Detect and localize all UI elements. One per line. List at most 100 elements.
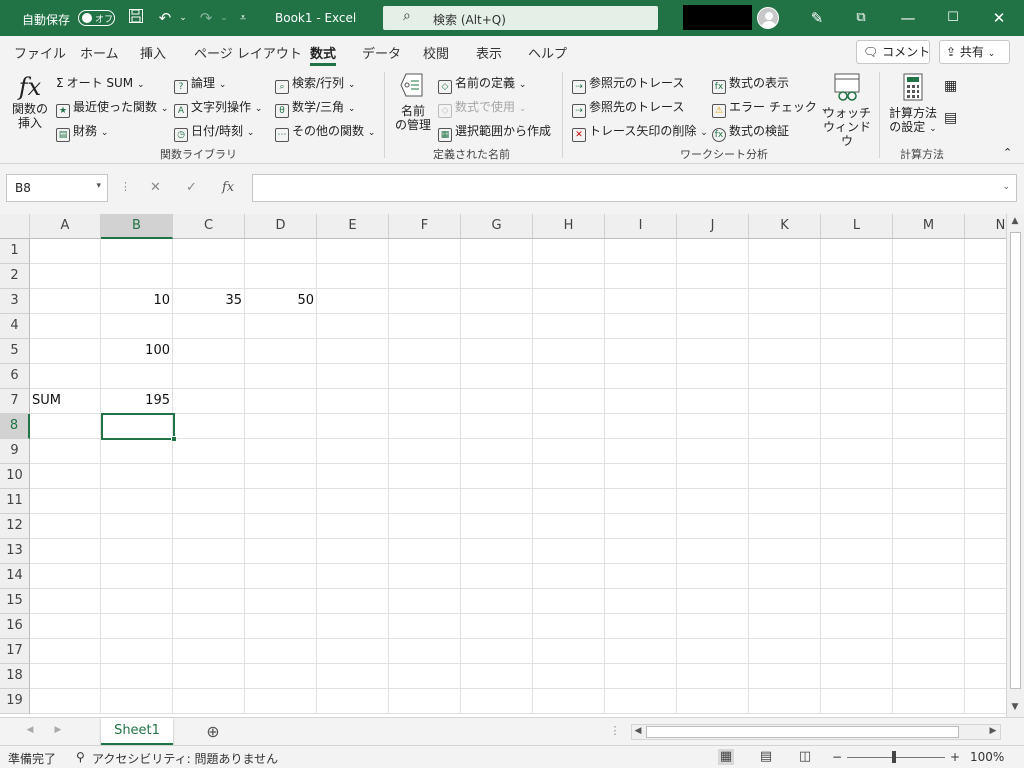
cell-n13[interactable] xyxy=(965,539,1006,564)
cell-l1[interactable] xyxy=(821,239,893,264)
maximize-icon[interactable]: ☐ xyxy=(943,8,963,28)
cell-e10[interactable] xyxy=(317,464,389,489)
name-box[interactable]: B8 ▾ xyxy=(6,174,108,202)
row-header-8[interactable]: 8 xyxy=(0,414,30,439)
cell-b12[interactable] xyxy=(101,514,173,539)
cell-d3[interactable]: 50 xyxy=(245,289,317,314)
cell-c17[interactable] xyxy=(173,639,245,664)
worksheet-grid[interactable]: ABCDEFGHIJKLMN 1 2 3 4 5 6 7 8 9 10 11 12 13 14 15 16 17… xyxy=(0,214,1006,717)
cell-m12[interactable] xyxy=(893,514,965,539)
cell-i4[interactable] xyxy=(605,314,677,339)
column-header-e[interactable]: E xyxy=(317,214,389,239)
redo-icon[interactable]: ↷ xyxy=(196,8,216,28)
cell-e4[interactable] xyxy=(317,314,389,339)
create-from-selection-button[interactable]: ▦ 選択範囲から作成 xyxy=(438,122,551,142)
insert-function-button[interactable]: fx 関数の挿入 xyxy=(8,72,52,130)
cell-k18[interactable] xyxy=(749,664,821,689)
cell-d9[interactable] xyxy=(245,439,317,464)
cell-e11[interactable] xyxy=(317,489,389,514)
cell-i11[interactable] xyxy=(605,489,677,514)
cell-e18[interactable] xyxy=(317,664,389,689)
prev-sheet-icon[interactable]: ◀ xyxy=(22,725,38,735)
cell-j1[interactable] xyxy=(677,239,749,264)
cell-b16[interactable] xyxy=(101,614,173,639)
text-functions-button[interactable]: A 文字列操作 ⌄ xyxy=(174,98,262,118)
cell-b1[interactable] xyxy=(101,239,173,264)
cell-b15[interactable] xyxy=(101,589,173,614)
trace-precedents-button[interactable]: ⇢ 参照元のトレース xyxy=(572,74,684,94)
cell-b13[interactable] xyxy=(101,539,173,564)
cell-n14[interactable] xyxy=(965,564,1006,589)
cell-k1[interactable] xyxy=(749,239,821,264)
cell-h11[interactable] xyxy=(533,489,605,514)
cell-g17[interactable] xyxy=(461,639,533,664)
cell-a18[interactable] xyxy=(30,664,101,689)
cell-n18[interactable] xyxy=(965,664,1006,689)
cell-l6[interactable] xyxy=(821,364,893,389)
row-header-6[interactable]: 6 xyxy=(0,364,30,389)
cell-k8[interactable] xyxy=(749,414,821,439)
row-header-18[interactable]: 18 xyxy=(0,664,30,689)
column-header-f[interactable]: F xyxy=(389,214,461,239)
row-header-14[interactable]: 14 xyxy=(0,564,30,589)
cell-m14[interactable] xyxy=(893,564,965,589)
cell-g18[interactable] xyxy=(461,664,533,689)
cell-k12[interactable] xyxy=(749,514,821,539)
cell-m9[interactable] xyxy=(893,439,965,464)
cell-m11[interactable] xyxy=(893,489,965,514)
cell-e17[interactable] xyxy=(317,639,389,664)
math-button[interactable]: θ 数学/三角 ⌄ xyxy=(275,98,355,118)
cell-k14[interactable] xyxy=(749,564,821,589)
cell-n1[interactable] xyxy=(965,239,1006,264)
cell-f17[interactable] xyxy=(389,639,461,664)
cell-d16[interactable] xyxy=(245,614,317,639)
cell-c1[interactable] xyxy=(173,239,245,264)
cell-j12[interactable] xyxy=(677,514,749,539)
column-header-g[interactable]: G xyxy=(461,214,533,239)
cell-b4[interactable] xyxy=(101,314,173,339)
cell-h14[interactable] xyxy=(533,564,605,589)
cell-l3[interactable] xyxy=(821,289,893,314)
row-header-1[interactable]: 1 xyxy=(0,239,30,264)
cell-e2[interactable] xyxy=(317,264,389,289)
cell-m2[interactable] xyxy=(893,264,965,289)
cell-e19[interactable] xyxy=(317,689,389,714)
row-header-9[interactable]: 9 xyxy=(0,439,30,464)
cell-m18[interactable] xyxy=(893,664,965,689)
row-header-15[interactable]: 15 xyxy=(0,589,30,614)
cell-a2[interactable] xyxy=(30,264,101,289)
cell-g7[interactable] xyxy=(461,389,533,414)
cell-d5[interactable] xyxy=(245,339,317,364)
cell-b18[interactable] xyxy=(101,664,173,689)
zoom-slider-thumb[interactable] xyxy=(892,751,896,763)
cell-l8[interactable] xyxy=(821,414,893,439)
cell-d7[interactable] xyxy=(245,389,317,414)
cell-g10[interactable] xyxy=(461,464,533,489)
cell-i19[interactable] xyxy=(605,689,677,714)
cell-m10[interactable] xyxy=(893,464,965,489)
cell-d14[interactable] xyxy=(245,564,317,589)
cell-e15[interactable] xyxy=(317,589,389,614)
cell-l2[interactable] xyxy=(821,264,893,289)
column-header-j[interactable]: J xyxy=(677,214,749,239)
cell-m1[interactable] xyxy=(893,239,965,264)
search-box[interactable]: ⌕ 検索 (Alt+Q) xyxy=(383,6,658,30)
tab-formulas[interactable]: 数式 xyxy=(310,43,337,66)
cell-b5[interactable]: 100 xyxy=(101,339,173,364)
scroll-down-icon[interactable]: ▼ xyxy=(1007,702,1023,712)
cell-f13[interactable] xyxy=(389,539,461,564)
cell-g11[interactable] xyxy=(461,489,533,514)
cell-h4[interactable] xyxy=(533,314,605,339)
cell-b6[interactable] xyxy=(101,364,173,389)
column-header-h[interactable]: H xyxy=(533,214,605,239)
row-header-12[interactable]: 12 xyxy=(0,514,30,539)
cell-h5[interactable] xyxy=(533,339,605,364)
cell-a10[interactable] xyxy=(30,464,101,489)
cell-j14[interactable] xyxy=(677,564,749,589)
cell-l9[interactable] xyxy=(821,439,893,464)
scroll-up-icon[interactable]: ▲ xyxy=(1007,216,1023,226)
cell-f14[interactable] xyxy=(389,564,461,589)
cell-l15[interactable] xyxy=(821,589,893,614)
row-header-5[interactable]: 5 xyxy=(0,339,30,364)
recent-functions-button[interactable]: ★ 最近使った関数 ⌄ xyxy=(56,98,168,118)
